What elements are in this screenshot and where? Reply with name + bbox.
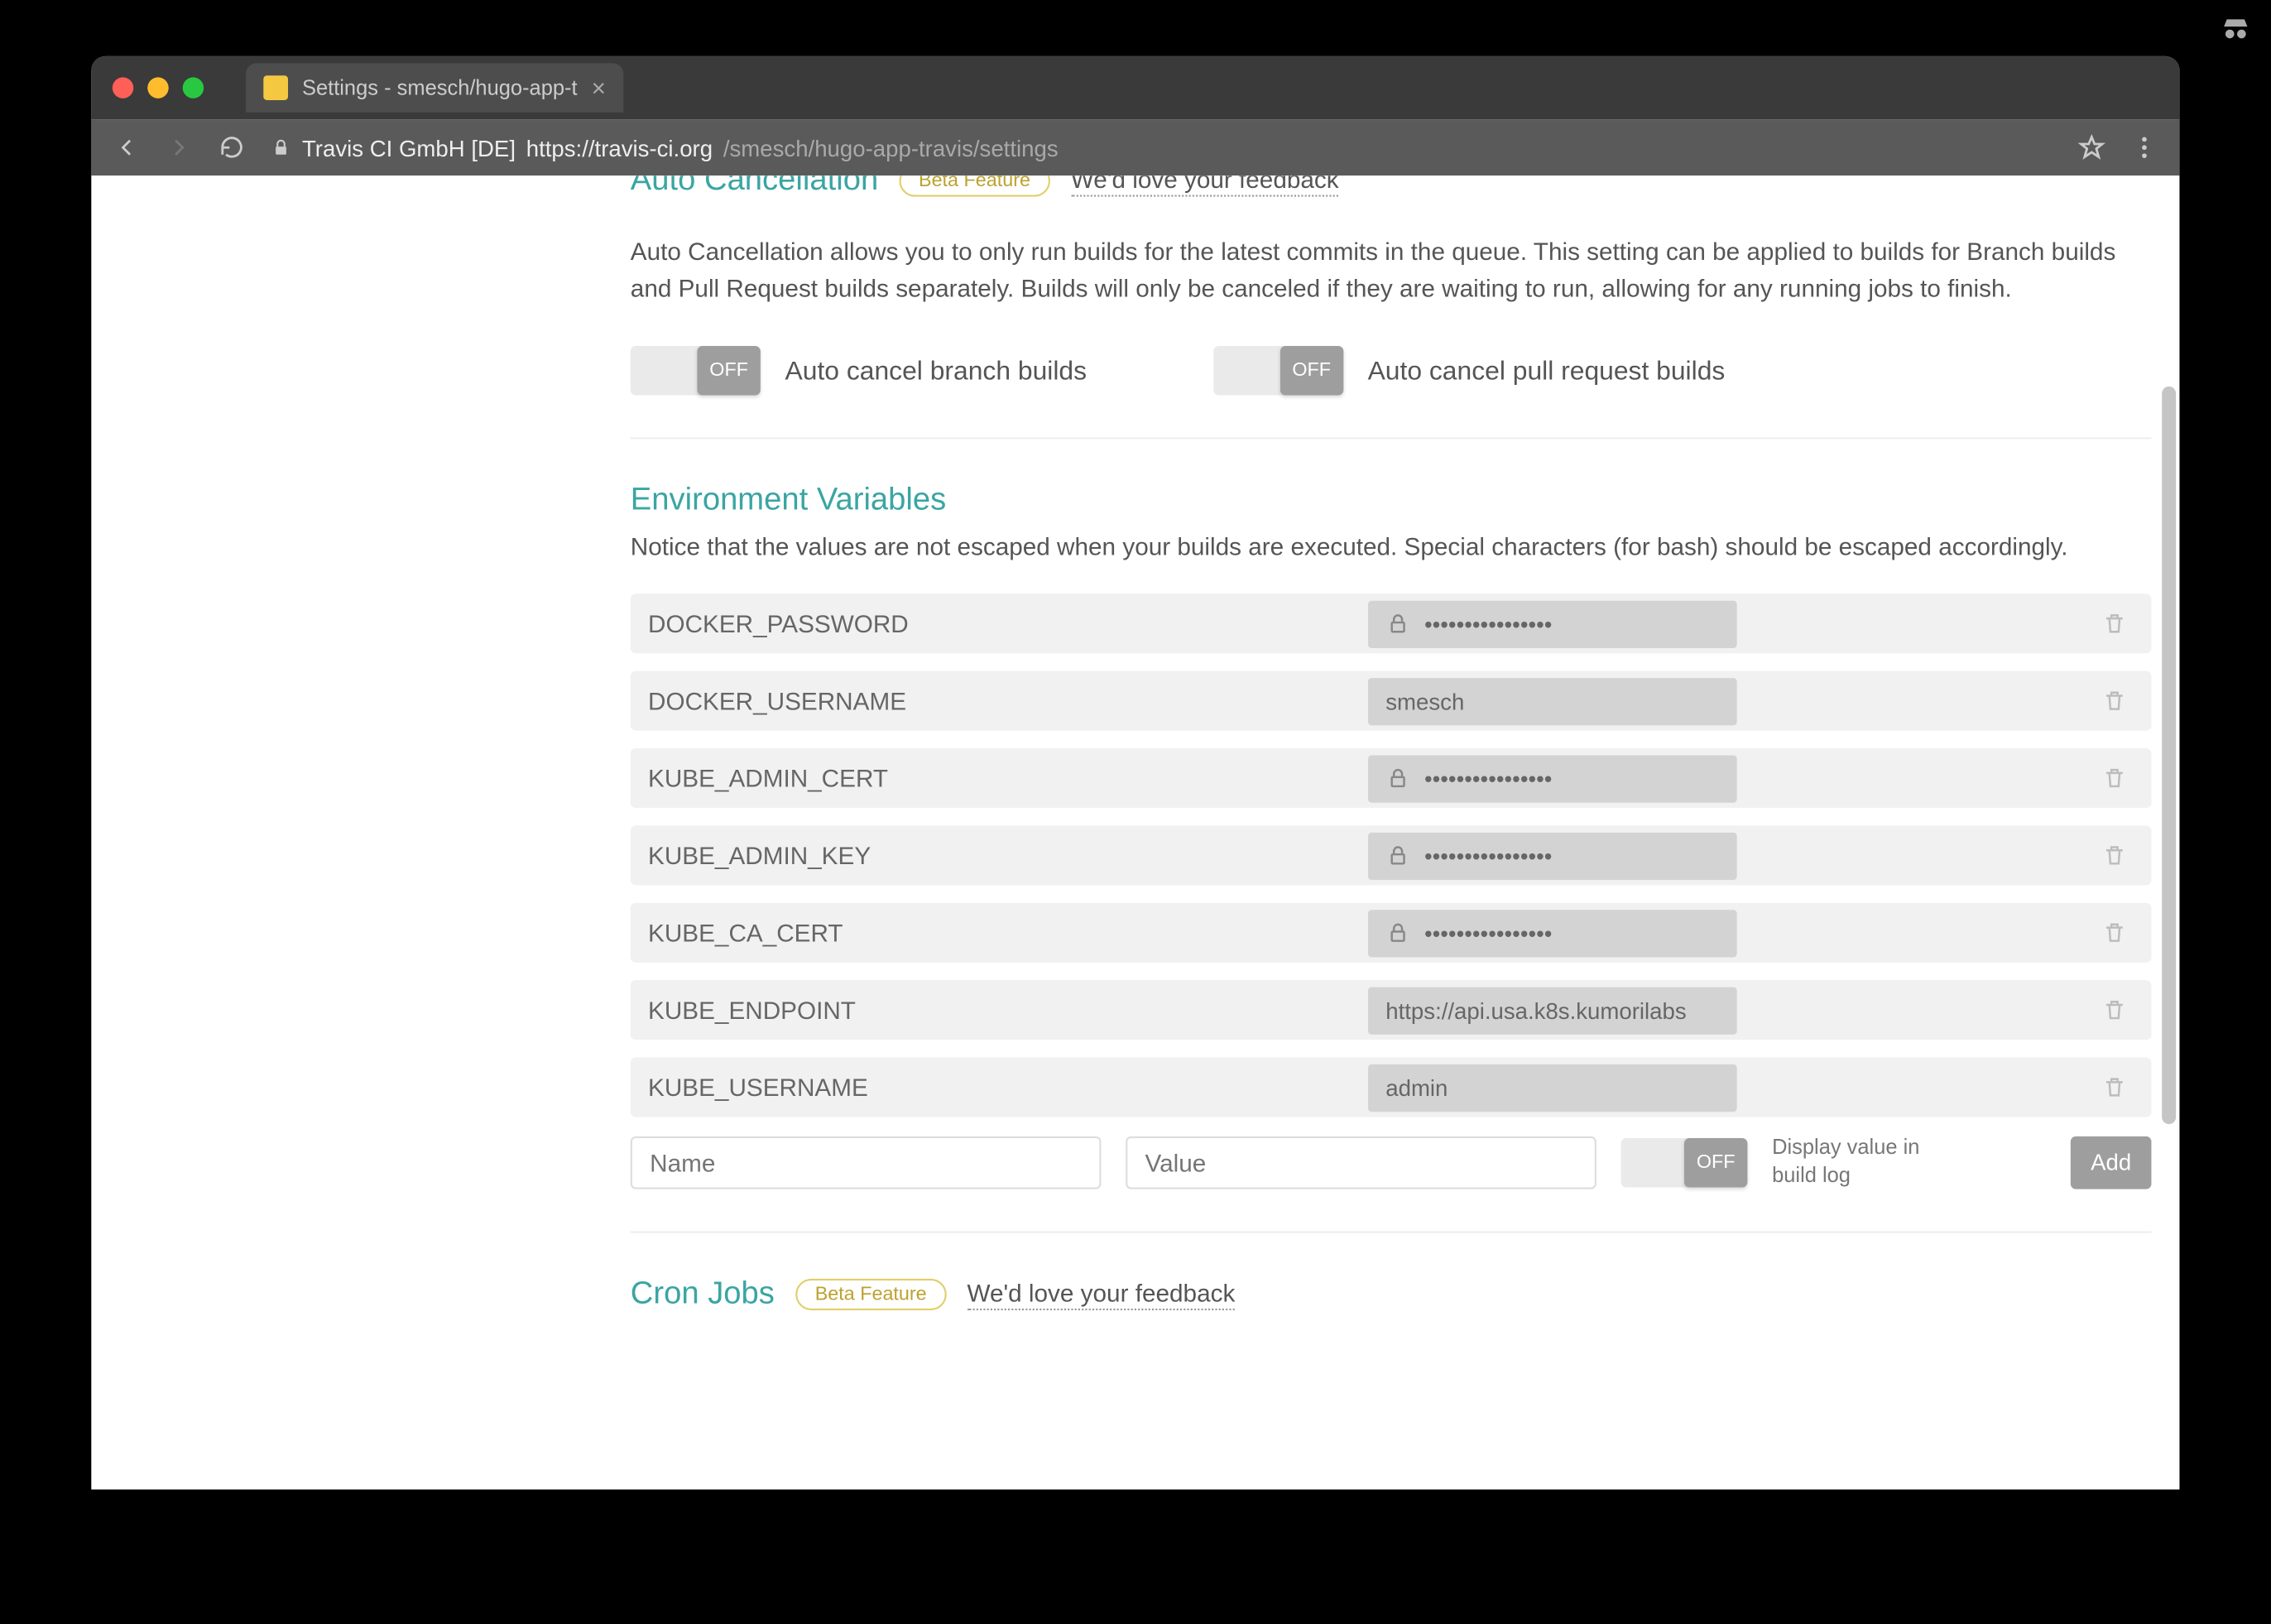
env-var-value: ••••••••••••••••: [1368, 600, 1737, 647]
env-var-list: DOCKER_PASSWORD••••••••••••••••DOCKER_US…: [631, 593, 2152, 1117]
maximize-icon[interactable]: [183, 77, 204, 98]
env-var-row: KUBE_ADMIN_KEY••••••••••••••••: [631, 825, 2152, 885]
trash-icon[interactable]: [2102, 841, 2127, 869]
window-titlebar: Settings - smesch/hugo-app-t ×: [91, 56, 2179, 119]
tab-title: Settings - smesch/hugo-app-t: [302, 75, 578, 100]
add-button[interactable]: Add: [2071, 1136, 2152, 1189]
display-value-toggle[interactable]: OFF: [1621, 1137, 1748, 1186]
trash-icon[interactable]: [2102, 609, 2127, 637]
url-path: /smesch/hugo-app-travis/settings: [723, 134, 1059, 161]
trash-icon[interactable]: [2102, 996, 2127, 1024]
env-var-value: admin: [1368, 1064, 1737, 1111]
url-text[interactable]: Travis CI GmbH [DE] https://travis-ci.or…: [271, 134, 2053, 161]
url-site-label: Travis CI GmbH [DE]: [302, 134, 516, 161]
tab-close-icon[interactable]: ×: [592, 74, 606, 102]
menu-icon[interactable]: [2130, 133, 2158, 161]
env-var-name: KUBE_ADMIN_KEY: [631, 841, 1368, 869]
star-icon[interactable]: [2077, 133, 2105, 161]
auto-cancel-pr-toggle[interactable]: OFF: [1213, 346, 1343, 395]
env-var-value: ••••••••••••••••: [1368, 909, 1737, 956]
lock-icon: [1385, 611, 1410, 636]
env-var-name: KUBE_CA_CERT: [631, 919, 1368, 947]
env-var-value: smesch: [1368, 677, 1737, 724]
toggle-state: OFF: [1684, 1137, 1747, 1186]
trash-icon[interactable]: [2102, 764, 2127, 792]
divider: [631, 1232, 2152, 1233]
auto-cancel-branch-toggle[interactable]: OFF: [631, 346, 761, 395]
browser-tab[interactable]: Settings - smesch/hugo-app-t ×: [246, 63, 623, 112]
env-var-name: DOCKER_PASSWORD: [631, 609, 1368, 637]
feedback-link[interactable]: We'd love your feedback: [1071, 175, 1339, 195]
url-host: https://travis-ci.org: [526, 134, 713, 161]
env-var-add-row: OFF Display value in build log Add: [631, 1135, 2152, 1189]
env-var-name: KUBE_ADMIN_CERT: [631, 764, 1368, 792]
trash-icon[interactable]: [2102, 919, 2127, 947]
env-var-value: ••••••••••••••••: [1368, 832, 1737, 879]
env-var-value: https://api.usa.k8s.kumorilabs: [1368, 987, 1737, 1034]
display-value-label: Display value in build log: [1772, 1135, 1930, 1189]
section-title: Auto Cancellation: [631, 175, 878, 199]
lock-icon: [1385, 843, 1410, 868]
divider: [631, 437, 2152, 439]
section-title: Environment Variables: [631, 481, 946, 518]
lock-icon: [1385, 920, 1410, 945]
trash-icon[interactable]: [2102, 687, 2127, 715]
cron-jobs-header: Cron Jobs Beta Feature We'd love your fe…: [631, 1276, 2152, 1313]
forward-icon: [165, 133, 193, 161]
env-var-value-input[interactable]: [1126, 1136, 1596, 1189]
beta-badge: Beta Feature: [795, 1278, 946, 1309]
lock-icon: [271, 137, 291, 158]
lock-icon: [1385, 766, 1410, 790]
beta-badge: Beta Feature: [900, 175, 1050, 195]
env-var-row: KUBE_CA_CERT••••••••••••••••: [631, 903, 2152, 963]
env-var-name: KUBE_ENDPOINT: [631, 996, 1368, 1024]
trash-icon[interactable]: [2102, 1074, 2127, 1102]
env-var-row: KUBE_ENDPOINThttps://api.usa.k8s.kumoril…: [631, 980, 2152, 1040]
close-icon[interactable]: [113, 77, 133, 98]
toggle-state: OFF: [1280, 346, 1342, 395]
env-vars-notice: Notice that the values are not escaped w…: [631, 529, 2152, 566]
env-var-row: KUBE_ADMIN_CERT••••••••••••••••: [631, 748, 2152, 808]
env-var-row: KUBE_USERNAMEadmin: [631, 1057, 2152, 1117]
auto-cancellation-header: Auto Cancellation Beta Feature We'd love…: [631, 175, 2152, 199]
env-var-name-input[interactable]: [631, 1136, 1102, 1189]
reload-icon[interactable]: [218, 133, 246, 161]
env-var-row: DOCKER_USERNAMEsmesch: [631, 671, 2152, 731]
back-icon[interactable]: [113, 133, 141, 161]
auto-cancel-description: Auto Cancellation allows you to only run…: [631, 233, 2152, 307]
scrollbar[interactable]: [2162, 387, 2176, 1124]
incognito-icon: [2218, 11, 2253, 46]
minimize-icon[interactable]: [147, 77, 168, 98]
env-var-value: ••••••••••••••••: [1368, 754, 1737, 801]
env-vars-header: Environment Variables: [631, 481, 2152, 518]
env-var-row: DOCKER_PASSWORD••••••••••••••••: [631, 593, 2152, 653]
feedback-link[interactable]: We'd love your feedback: [967, 1278, 1235, 1309]
auto-cancel-branch-label: Auto cancel branch builds: [785, 356, 1087, 386]
env-var-name: KUBE_USERNAME: [631, 1074, 1368, 1102]
url-bar: Travis CI GmbH [DE] https://travis-ci.or…: [91, 119, 2179, 175]
auto-cancel-pr-label: Auto cancel pull request builds: [1368, 356, 1726, 386]
env-var-name: DOCKER_USERNAME: [631, 687, 1368, 715]
section-title: Cron Jobs: [631, 1276, 775, 1313]
tab-favicon: [263, 75, 288, 100]
toggle-state: OFF: [697, 346, 760, 395]
